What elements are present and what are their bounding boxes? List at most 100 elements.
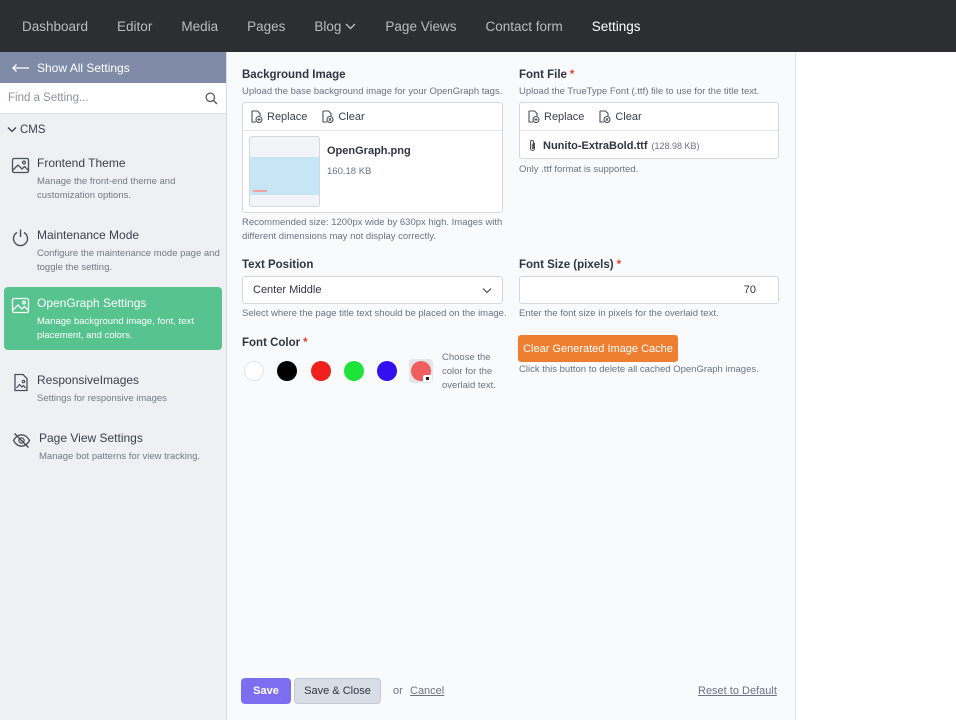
font-color-label-text: Font Color [242, 337, 301, 349]
setting-search [0, 83, 226, 114]
nav-contact-form[interactable]: Contact form [485, 19, 562, 34]
color-swatch-blue[interactable] [377, 361, 397, 381]
sidebar-item-title: Page View Settings [39, 431, 143, 445]
font-size-input[interactable]: 70 [519, 276, 779, 304]
sidebar-item-responsive-images[interactable]: ResponsiveImages Settings for responsive… [4, 364, 222, 414]
nav-settings[interactable]: Settings [592, 19, 641, 34]
sidebar-item-title: ResponsiveImages [37, 373, 140, 387]
setting-search-input[interactable] [8, 92, 205, 104]
font-size-label: Font Size (pixels) * [519, 259, 621, 271]
text-position-label: Text Position [242, 259, 314, 271]
cancel-link[interactable]: Cancel [410, 685, 444, 697]
sidebar-item-title: Frontend Theme [37, 156, 126, 170]
nav-page-views[interactable]: Page Views [385, 19, 456, 34]
clear-label: Clear [338, 110, 365, 123]
file-replace-icon [528, 110, 540, 123]
sidebar-item-opengraph-settings[interactable]: OpenGraph Settings Manage background ima… [4, 287, 222, 350]
sidebar-item-desc: Manage bot patterns for view tracking. [39, 451, 201, 462]
required-marker: * [303, 337, 308, 349]
thumbnail-text [253, 190, 267, 192]
font-file-note: Only .ttf format is supported. [519, 164, 639, 175]
right-pane [795, 52, 956, 720]
color-swatch-white[interactable] [244, 361, 264, 381]
color-swatch-black[interactable] [277, 361, 297, 381]
paperclip-icon [530, 140, 535, 151]
bg-image-filesize: 160.18 KB [327, 166, 372, 177]
bg-image-toolbar: Replace Clear [243, 103, 502, 131]
font-size-hint: Enter the font size in pixels for the ov… [519, 308, 719, 319]
bg-image-label: Background Image [242, 69, 346, 81]
font-color-hint-2: color for the [442, 366, 493, 377]
save-button[interactable]: Save [241, 678, 291, 704]
or-text: or [393, 685, 403, 697]
bg-image-uploader: Replace Clear OpenGraph.png 160.18 KB [242, 102, 503, 213]
sidebar-item-desc: Manage background image, font, text plac… [37, 316, 194, 341]
nav-blog-label: Blog [314, 18, 342, 34]
nav-media[interactable]: Media [181, 19, 218, 34]
file-clear-icon [599, 110, 611, 123]
color-swatch-green[interactable] [344, 361, 364, 381]
image-icon [11, 157, 30, 174]
cms-section-toggle[interactable]: CMS [0, 114, 226, 138]
image-icon [11, 297, 30, 314]
chevron-down-icon [345, 23, 356, 30]
text-position-select[interactable]: Center Middle [242, 276, 503, 304]
sidebar-item-desc: Manage the front-end theme and customiza… [37, 176, 176, 201]
bg-image-filename: OpenGraph.png [327, 145, 411, 157]
top-nav: Dashboard Editor Media Pages Blog Page V… [0, 0, 956, 52]
clear-image-cache-button[interactable]: Clear Generated Image Cache [518, 335, 678, 362]
nav-dashboard[interactable]: Dashboard [22, 19, 88, 34]
show-all-settings-button[interactable]: Show All Settings [0, 52, 226, 83]
cache-hint: Click this button to delete all cached O… [519, 364, 759, 375]
required-marker: * [616, 259, 622, 271]
sidebar-item-maintenance-mode[interactable]: Maintenance Mode Configure the maintenan… [4, 219, 222, 283]
file-replace-icon [251, 110, 263, 123]
color-picker-badge-icon [423, 375, 432, 382]
chevron-down-icon [7, 127, 17, 133]
document-image-icon [14, 373, 28, 392]
search-icon[interactable] [205, 91, 218, 105]
sidebar-item-desc: Settings for responsive images [37, 393, 167, 404]
sidebar-item-title: OpenGraph Settings [37, 296, 147, 310]
bg-image-thumbnail[interactable] [249, 136, 320, 207]
font-color-hint-3: overlaid text. [442, 380, 496, 391]
text-position-hint: Select where the page title text should … [242, 308, 507, 319]
power-icon [12, 229, 29, 247]
sidebar-item-frontend-theme[interactable]: Frontend Theme Manage the front-end them… [4, 147, 222, 211]
font-file-label-text: Font File [519, 69, 567, 81]
file-clear-icon [322, 110, 334, 123]
bg-image-clear-button[interactable]: Clear [321, 110, 365, 123]
nav-pages[interactable]: Pages [247, 19, 285, 34]
font-file-entry: Nunito-ExtraBold.ttf (128.98 KB) [528, 139, 700, 152]
replace-label: Replace [267, 110, 308, 123]
sidebar-item-title: Maintenance Mode [37, 228, 140, 242]
font-file-toolbar: Replace Clear [520, 103, 778, 131]
eye-slash-icon [12, 433, 31, 448]
cms-section-label: CMS [20, 123, 46, 136]
color-swatch-red[interactable] [311, 361, 331, 381]
font-size-value: 70 [743, 284, 756, 296]
custom-color-picker[interactable] [409, 359, 433, 383]
font-file-filename: Nunito-ExtraBold.ttf [543, 139, 648, 152]
font-file-uploader: Replace Clear Nunito-ExtraBold.ttf (128.… [519, 102, 779, 159]
font-size-label-text: Font Size (pixels) [519, 259, 614, 271]
nav-blog[interactable]: Blog [314, 19, 356, 34]
required-marker: * [569, 69, 575, 81]
sidebar-item-page-view-settings[interactable]: Page View Settings Manage bot patterns f… [4, 422, 222, 472]
clear-label: Clear [615, 110, 642, 123]
replace-label: Replace [544, 110, 585, 123]
font-file-replace-button[interactable]: Replace [527, 110, 584, 123]
nav-editor[interactable]: Editor [117, 19, 152, 34]
bg-image-hint: Upload the base background image for you… [242, 86, 503, 97]
font-file-clear-button[interactable]: Clear [598, 110, 642, 123]
bg-image-replace-button[interactable]: Replace [250, 110, 307, 123]
font-color-label: Font Color * [242, 337, 308, 349]
show-all-label: Show All Settings [37, 60, 130, 75]
reset-default-link[interactable]: Reset to Default [698, 685, 777, 697]
sidebar-item-desc: Configure the maintenance mode page and … [37, 248, 220, 273]
save-close-button[interactable]: Save & Close [294, 678, 381, 704]
font-file-filesize: (128.98 KB) [651, 140, 700, 151]
font-file-hint: Upload the TrueType Font (.ttf) file to … [519, 86, 760, 97]
bg-image-note-1: Recommended size: 1200px wide by 630px h… [242, 217, 503, 228]
font-color-hint-1: Choose the [442, 352, 491, 363]
